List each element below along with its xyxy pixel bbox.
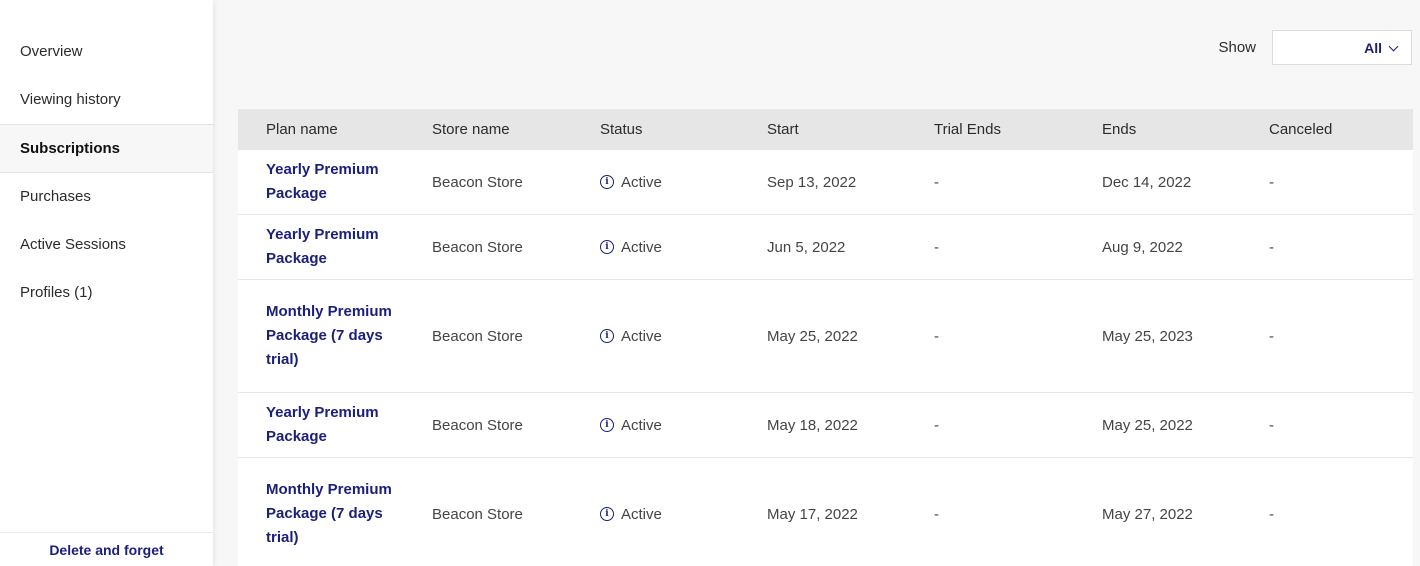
canceled-cell: - bbox=[1269, 416, 1274, 434]
start-date-cell: May 25, 2022 bbox=[767, 327, 858, 345]
table-row: Monthly Premium Package (7 days trial) B… bbox=[238, 280, 1413, 393]
info-icon[interactable]: i bbox=[600, 175, 614, 189]
table-row: Yearly Premium Package Beacon Store i Ac… bbox=[238, 215, 1413, 280]
info-icon[interactable]: i bbox=[600, 240, 614, 254]
sidebar-item-subscriptions[interactable]: Subscriptions bbox=[0, 124, 213, 173]
start-date-cell: May 17, 2022 bbox=[767, 505, 858, 523]
trial-ends-cell: - bbox=[934, 416, 939, 434]
plan-name-link[interactable]: Yearly Premium Package bbox=[266, 404, 379, 445]
trial-ends-cell: - bbox=[934, 173, 939, 191]
plan-name-link[interactable]: Yearly Premium Package bbox=[266, 161, 379, 202]
plan-name-link[interactable]: Yearly Premium Package bbox=[266, 226, 379, 267]
plan-name-link[interactable]: Monthly Premium Package (7 days trial) bbox=[266, 481, 392, 546]
show-filter-label: Show bbox=[1218, 39, 1256, 56]
status-text: Active bbox=[621, 238, 662, 256]
column-header-ends[interactable]: Ends bbox=[1102, 121, 1269, 138]
column-header-canceled[interactable]: Canceled bbox=[1269, 121, 1413, 138]
canceled-cell: - bbox=[1269, 238, 1274, 256]
ends-date-cell: May 27, 2022 bbox=[1102, 505, 1193, 523]
show-filter-select[interactable]: All bbox=[1272, 30, 1412, 65]
canceled-cell: - bbox=[1269, 173, 1274, 191]
trial-ends-cell: - bbox=[934, 505, 939, 523]
table-header: Plan name Store name Status Start Trial … bbox=[238, 109, 1413, 150]
trial-ends-cell: - bbox=[934, 327, 939, 345]
main-content: Show All Plan name Store name Status Sta… bbox=[213, 0, 1420, 566]
info-icon[interactable]: i bbox=[600, 507, 614, 521]
sidebar-footer: Delete and forget bbox=[0, 532, 213, 566]
ends-date-cell: May 25, 2023 bbox=[1102, 327, 1193, 345]
status-cell: i Active bbox=[600, 417, 767, 434]
table-row: Yearly Premium Package Beacon Store i Ac… bbox=[238, 150, 1413, 215]
sidebar: Overview Viewing history Subscriptions P… bbox=[0, 0, 213, 566]
info-icon[interactable]: i bbox=[600, 329, 614, 343]
column-header-store-name[interactable]: Store name bbox=[432, 121, 600, 138]
status-cell: i Active bbox=[600, 328, 767, 345]
status-text: Active bbox=[621, 505, 662, 523]
app: Overview Viewing history Subscriptions P… bbox=[0, 0, 1420, 566]
status-cell: i Active bbox=[600, 174, 767, 191]
start-date-cell: Sep 13, 2022 bbox=[767, 173, 857, 191]
status-cell: i Active bbox=[600, 239, 767, 256]
column-header-start[interactable]: Start bbox=[767, 121, 934, 138]
table-row: Monthly Premium Package (7 days trial) B… bbox=[238, 458, 1413, 566]
sidebar-item-profiles[interactable]: Profiles (1) bbox=[0, 269, 213, 317]
store-name-cell: Beacon Store bbox=[432, 238, 523, 256]
sidebar-item-purchases[interactable]: Purchases bbox=[0, 173, 213, 221]
info-icon[interactable]: i bbox=[600, 418, 614, 432]
subscriptions-table: Plan name Store name Status Start Trial … bbox=[238, 109, 1413, 566]
store-name-cell: Beacon Store bbox=[432, 505, 523, 523]
sidebar-item-active-sessions[interactable]: Active Sessions bbox=[0, 221, 213, 269]
store-name-cell: Beacon Store bbox=[432, 416, 523, 434]
status-text: Active bbox=[621, 327, 662, 345]
sidebar-item-viewing-history[interactable]: Viewing history bbox=[0, 76, 213, 124]
table-row: Yearly Premium Package Beacon Store i Ac… bbox=[238, 393, 1413, 458]
store-name-cell: Beacon Store bbox=[432, 327, 523, 345]
ends-date-cell: Dec 14, 2022 bbox=[1102, 173, 1192, 191]
sidebar-nav: Overview Viewing history Subscriptions P… bbox=[0, 28, 213, 317]
sidebar-item-overview[interactable]: Overview bbox=[0, 28, 213, 76]
show-filter-value: All bbox=[1364, 39, 1382, 56]
plan-name-link[interactable]: Monthly Premium Package (7 days trial) bbox=[266, 303, 392, 368]
ends-date-cell: Aug 9, 2022 bbox=[1102, 238, 1183, 256]
show-filter: Show All bbox=[1218, 30, 1412, 65]
start-date-cell: May 18, 2022 bbox=[767, 416, 858, 434]
delete-and-forget-link[interactable]: Delete and forget bbox=[49, 542, 163, 558]
ends-date-cell: May 25, 2022 bbox=[1102, 416, 1193, 434]
store-name-cell: Beacon Store bbox=[432, 173, 523, 191]
canceled-cell: - bbox=[1269, 505, 1274, 523]
trial-ends-cell: - bbox=[934, 238, 939, 256]
canceled-cell: - bbox=[1269, 327, 1274, 345]
column-header-trial-ends[interactable]: Trial Ends bbox=[934, 121, 1102, 138]
status-text: Active bbox=[621, 416, 662, 434]
column-header-status[interactable]: Status bbox=[600, 121, 767, 138]
status-text: Active bbox=[621, 173, 662, 191]
chevron-down-icon bbox=[1388, 41, 1399, 51]
status-cell: i Active bbox=[600, 506, 767, 523]
start-date-cell: Jun 5, 2022 bbox=[767, 238, 846, 256]
column-header-plan-name[interactable]: Plan name bbox=[238, 121, 432, 138]
